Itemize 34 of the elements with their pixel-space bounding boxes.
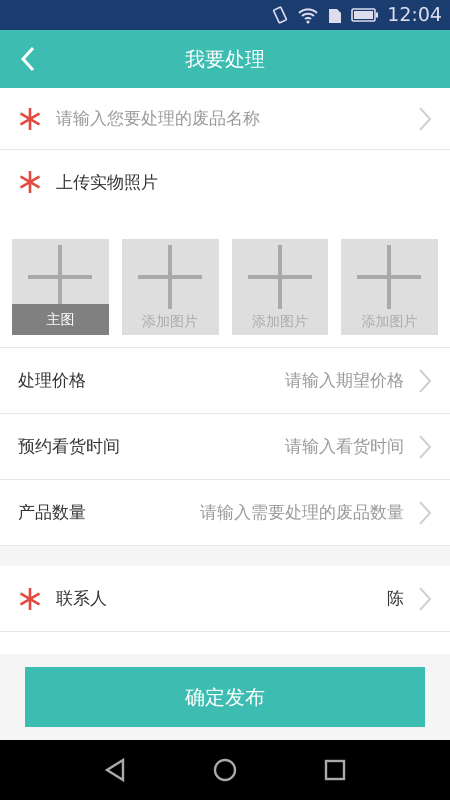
- field-label: 处理价格: [18, 370, 86, 392]
- plus-icon: [357, 245, 422, 309]
- form-row[interactable]: 联系人 陈: [0, 566, 450, 632]
- chevron-icon: [418, 106, 432, 132]
- sim-icon: [327, 6, 344, 24]
- field-placeholder: 请输入看货时间: [284, 436, 404, 458]
- chevron-icon: [418, 586, 432, 612]
- battery-icon: [351, 7, 380, 23]
- main-photo-label: 主图: [12, 304, 109, 335]
- name-placeholder: 请输入您要处理的废品名称: [56, 108, 261, 130]
- wifi-icon: [297, 6, 320, 24]
- clock-time: 12:04: [387, 4, 442, 26]
- form-row[interactable]: 产品数量 请输入需要处理的废品数量: [0, 480, 450, 546]
- page-title: 我要处理: [185, 46, 265, 72]
- name-field[interactable]: 请输入您要处理的废品名称: [0, 88, 450, 150]
- publish-button[interactable]: 确定发布: [25, 667, 425, 727]
- add-photo-tile[interactable]: 主图: [12, 239, 109, 335]
- field-label: 联系人: [56, 588, 108, 610]
- form-row[interactable]: 处理价格 请输入期望价格: [0, 348, 450, 414]
- home-icon[interactable]: [212, 758, 237, 782]
- chevron-icon: [418, 434, 432, 460]
- field-placeholder: 请输入需要处理的废品数量: [199, 502, 404, 524]
- field-value: 陈: [387, 588, 404, 610]
- chevron-icon: [418, 368, 432, 394]
- field-placeholder: 请输入期望价格: [284, 370, 404, 392]
- field-label: 预约看货时间: [18, 436, 120, 458]
- form-row[interactable]: 预约看货时间 请输入看货时间: [0, 414, 450, 480]
- upload-label: 上传实物照片: [56, 172, 158, 194]
- recents-icon[interactable]: [324, 759, 346, 781]
- plus-icon: [248, 245, 312, 309]
- plus-icon: [138, 245, 202, 309]
- chevron-icon: [418, 500, 432, 526]
- field-label: 产品数量: [18, 502, 86, 524]
- back-icon[interactable]: [104, 758, 126, 782]
